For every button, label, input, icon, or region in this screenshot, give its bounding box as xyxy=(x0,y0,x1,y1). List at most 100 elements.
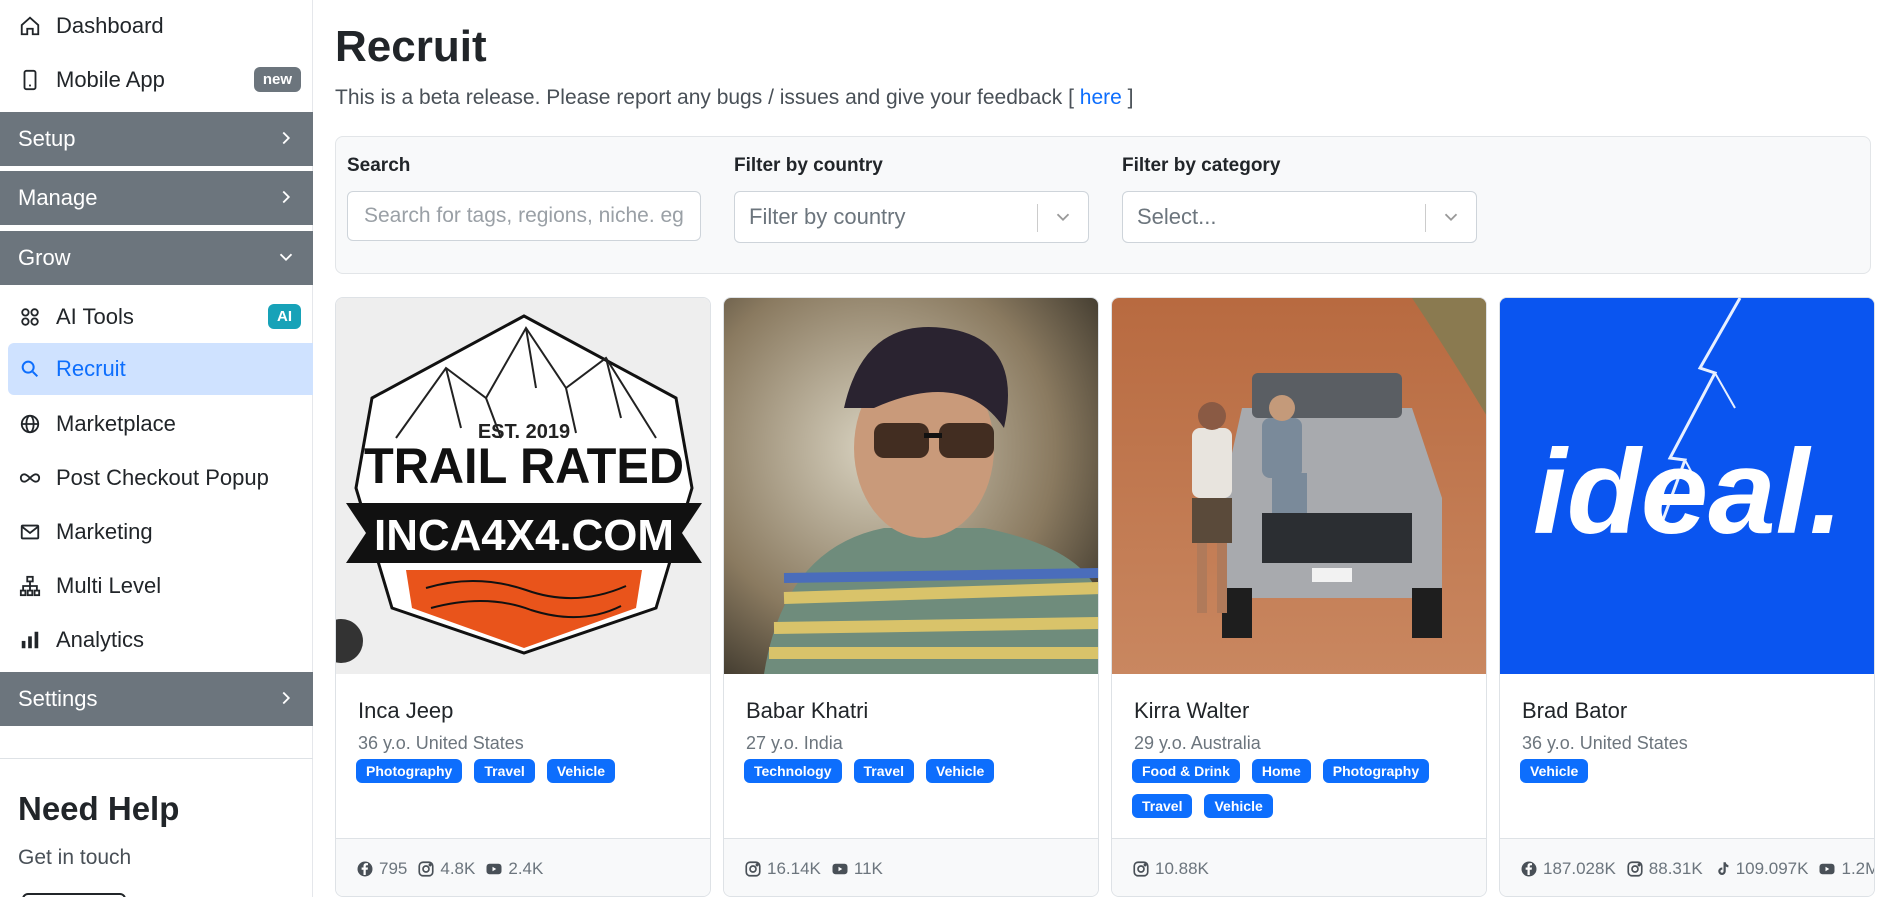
search-input[interactable] xyxy=(364,204,700,228)
help-button[interactable] xyxy=(22,893,126,897)
influencer-meta: 27 y.o. India xyxy=(746,733,843,753)
tag: Travel xyxy=(1132,794,1193,818)
influencer-card[interactable]: Kirra Walter 29 y.o. Australia Food & Dr… xyxy=(1111,297,1487,897)
tag: Travel xyxy=(853,759,915,783)
logo-line1-text: TRAIL RATED xyxy=(364,438,684,494)
instagram-icon xyxy=(1133,861,1149,877)
ai-icon xyxy=(18,305,42,329)
tag: Vehicle xyxy=(926,759,995,783)
sidebar-item-analytics[interactable]: Analytics xyxy=(0,614,313,666)
sidebar-item-marketing[interactable]: Marketing xyxy=(0,506,313,558)
beta-close-bracket: ] xyxy=(1127,86,1134,109)
tag: Vehicle xyxy=(1204,794,1273,818)
instagram-stat: 4.8K xyxy=(417,859,475,879)
influencer-name: Brad Bator xyxy=(1522,698,1628,723)
stat-value: 10.88K xyxy=(1155,859,1209,878)
page-title: Recruit xyxy=(335,22,487,71)
select-separator xyxy=(1425,204,1426,232)
youtube-icon xyxy=(486,863,502,875)
person-photo xyxy=(724,298,1098,674)
sidebar: Dashboard Mobile App new Setup Manage Gr… xyxy=(0,0,313,897)
tag-list: Technology Travel Vehicle xyxy=(744,759,1084,783)
sidebar-item-label: Mobile App xyxy=(56,67,165,92)
mail-icon xyxy=(18,520,42,544)
stat-value: 187.028K xyxy=(1543,859,1616,878)
chevron-down-icon xyxy=(1444,213,1458,222)
feedback-link[interactable]: here xyxy=(1080,86,1122,109)
sidebar-section-setup[interactable]: Setup xyxy=(0,112,313,166)
section-label: Manage xyxy=(18,185,98,210)
tag-list: Photography Travel Vehicle xyxy=(356,759,696,783)
sidebar-item-label: Multi Level xyxy=(56,573,162,598)
globe-icon xyxy=(18,412,42,436)
stat-value: 2.4K xyxy=(508,859,544,878)
influencer-name: Kirra Walter xyxy=(1134,698,1250,723)
chevron-right-icon xyxy=(282,131,291,145)
tag: Food & Drink xyxy=(1132,759,1240,783)
instagram-icon xyxy=(1627,861,1643,877)
car-photo xyxy=(1112,298,1486,674)
search-field[interactable] xyxy=(347,191,701,241)
help-subtitle: Get in touch xyxy=(18,846,132,869)
youtube-icon xyxy=(832,863,848,875)
country-label: Filter by country xyxy=(734,155,883,176)
sidebar-item-label: AI Tools xyxy=(56,304,134,329)
influencer-name: Inca Jeep xyxy=(358,698,454,723)
sidebar-item-multi-level[interactable]: Multi Level xyxy=(0,560,313,612)
mobile-icon xyxy=(18,68,42,92)
filter-panel: Search Filter by country Filter by count… xyxy=(335,136,1871,274)
profile-image xyxy=(1112,298,1486,674)
social-stats: 795 4.8K 2.4K xyxy=(336,838,710,896)
influencer-card[interactable]: EST. 2019 TRAIL RATED INCA4X4.COM Inca J… xyxy=(335,297,711,897)
influencer-meta: 36 y.o. United States xyxy=(1522,733,1688,753)
sidebar-item-post-checkout-popup[interactable]: Post Checkout Popup xyxy=(0,452,313,504)
tag-list: Vehicle xyxy=(1520,759,1860,783)
stat-value: 795 xyxy=(379,859,408,878)
sidebar-item-dashboard[interactable]: Dashboard xyxy=(0,0,313,52)
instagram-icon xyxy=(745,861,761,877)
sidebar-item-ai-tools[interactable]: AI Tools AI xyxy=(0,291,313,343)
instagram-stat: 10.88K xyxy=(1132,859,1209,879)
influencer-card[interactable]: ideal. Brad Bator 36 y.o. United States … xyxy=(1499,297,1875,897)
section-label: Grow xyxy=(18,245,71,270)
facebook-icon xyxy=(357,861,373,877)
category-placeholder: Select... xyxy=(1137,204,1217,229)
facebook-icon xyxy=(1521,861,1537,877)
stat-value: 16.14K xyxy=(767,859,821,878)
social-stats: 187.028K 88.31K 109.097K 1.2M xyxy=(1500,838,1874,896)
stat-value: 1.2M xyxy=(1841,859,1874,878)
instagram-stat: 16.14K xyxy=(744,859,821,879)
sidebar-item-mobile-app[interactable]: Mobile App new xyxy=(0,54,313,106)
category-label: Filter by category xyxy=(1122,155,1281,176)
sidebar-item-recruit[interactable]: Recruit xyxy=(8,343,313,395)
country-placeholder: Filter by country xyxy=(749,204,906,229)
tag: Photography xyxy=(1322,759,1430,783)
facebook-stat: 795 xyxy=(356,859,407,879)
youtube-stat: 1.2M xyxy=(1818,859,1874,879)
chevron-right-icon xyxy=(282,190,291,204)
beta-notice: This is a beta release. Please report an… xyxy=(335,86,1133,110)
youtube-icon xyxy=(1819,863,1835,875)
country-select[interactable]: Filter by country xyxy=(734,191,1089,243)
stat-value: 88.31K xyxy=(1648,859,1703,878)
sidebar-section-grow[interactable]: Grow xyxy=(0,231,313,285)
profile-image xyxy=(724,298,1098,674)
category-select[interactable]: Select... xyxy=(1122,191,1477,243)
influencer-name: Babar Khatri xyxy=(746,698,869,723)
facebook-stat: 187.028K xyxy=(1520,859,1616,879)
search-label: Search xyxy=(347,155,411,176)
home-icon xyxy=(18,14,42,38)
sidebar-item-label: Analytics xyxy=(56,627,145,652)
search-icon xyxy=(18,357,42,381)
sidebar-section-manage[interactable]: Manage xyxy=(0,171,313,225)
chevron-down-icon xyxy=(279,253,293,262)
sidebar-section-settings[interactable]: Settings xyxy=(0,672,313,726)
influencer-card[interactable]: Babar Khatri 27 y.o. India Technology Tr… xyxy=(723,297,1099,897)
sidebar-item-label: Dashboard xyxy=(56,13,164,38)
instagram-stat: 88.31K xyxy=(1626,859,1703,879)
logo-line2-text: INCA4X4.COM xyxy=(374,511,674,560)
trail-rated-logo: EST. 2019 TRAIL RATED INCA4X4.COM xyxy=(336,314,702,663)
select-separator xyxy=(1037,204,1038,232)
sidebar-item-marketplace[interactable]: Marketplace xyxy=(0,398,313,450)
tag: Technology xyxy=(744,759,842,783)
